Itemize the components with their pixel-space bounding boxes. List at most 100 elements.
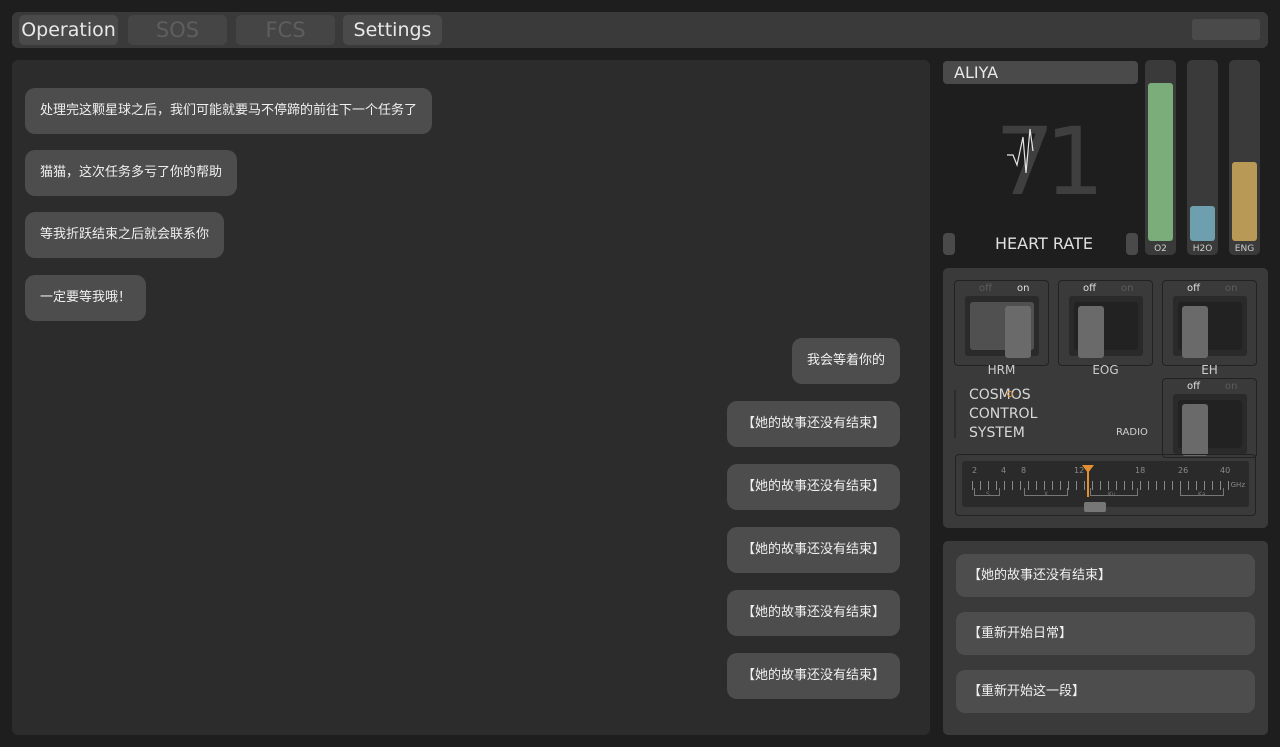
switch-label: HRM	[987, 363, 1016, 377]
freq-minor-tick	[988, 481, 989, 490]
switch-off-label: off	[1187, 381, 1201, 392]
freq-minor-tick	[1108, 481, 1109, 490]
switch-radio[interactable]: off on	[1162, 378, 1257, 458]
freq-tick-label: 40	[1220, 466, 1231, 475]
freq-minor-tick	[1180, 481, 1181, 490]
status-dot-icon	[1007, 391, 1013, 397]
gauge-h2o: H2O	[1187, 60, 1218, 255]
switch-knob[interactable]	[1182, 306, 1208, 358]
left-knob[interactable]	[943, 233, 955, 255]
gauge-label: ENG	[1234, 244, 1255, 254]
chat-message-outgoing: 【她的故事还没有结束】	[726, 590, 900, 636]
freq-minor-tick	[1140, 481, 1141, 490]
freq-minor-tick	[1052, 481, 1053, 490]
switch-track	[1178, 400, 1242, 456]
freq-minor-tick	[1156, 481, 1157, 490]
switch-off-label: off	[979, 283, 993, 294]
band-label: S	[986, 491, 990, 498]
chat-message-outgoing: 【她的故事还没有结束】	[726, 653, 900, 699]
switch-eh[interactable]: off on EH	[1162, 280, 1257, 377]
freq-tick-label: 4	[1001, 466, 1007, 475]
switch-knob[interactable]	[1005, 306, 1031, 358]
freq-minor-tick	[1204, 481, 1205, 490]
right-knob[interactable]	[1126, 233, 1138, 255]
chat-message-incoming: 处理完这颗星球之后，我们可能就要马不停蹄的前往下一个任务了	[25, 88, 433, 134]
freq-minor-tick	[1116, 481, 1117, 490]
freq-tick-label: 18	[1135, 466, 1146, 475]
switch-body[interactable]	[965, 296, 1039, 358]
switch-label: EH	[1201, 363, 1218, 377]
gauge-fill	[1148, 83, 1173, 241]
band-label: X	[1044, 491, 1049, 498]
freq-minor-tick	[1164, 481, 1165, 490]
switch-body[interactable]	[1069, 296, 1143, 358]
choice-panel: 【她的故事还没有结束】 【重新开始日常】 【重新开始这一段】	[943, 541, 1268, 735]
band-label: Ka	[1198, 491, 1206, 498]
switch-track	[1178, 302, 1242, 358]
freq-minor-tick	[1028, 481, 1029, 490]
gauge-label: O2	[1154, 244, 1167, 254]
gauge-o2: O2	[1145, 60, 1176, 255]
choice-option[interactable]: 【重新开始日常】	[956, 612, 1255, 655]
system-title-line: SYSTEM	[969, 425, 1025, 441]
crew-name: ALIYA	[943, 61, 1138, 84]
freq-minor-tick	[1220, 481, 1221, 490]
heart-rate-label: HEART RATE	[995, 234, 1093, 253]
switch-hrm[interactable]: off on HRM	[954, 280, 1049, 377]
freq-minor-tick	[1188, 481, 1189, 490]
freq-minor-tick	[1044, 481, 1045, 490]
tab-operation[interactable]: Operation	[19, 15, 118, 45]
freq-minor-tick	[972, 481, 973, 490]
freq-minor-tick	[1196, 481, 1197, 490]
freq-tick-label: 26	[1178, 466, 1189, 475]
switch-body[interactable]	[1173, 394, 1247, 456]
gauge-fill	[1190, 206, 1215, 241]
chat-message-incoming: 等我折跃结束之后就会联系你	[25, 212, 225, 258]
switch-off-label: off	[1187, 283, 1201, 294]
switch-on-label: on	[1121, 283, 1134, 294]
freq-minor-tick	[1172, 481, 1173, 490]
freq-minor-tick	[1100, 481, 1101, 490]
freq-minor-tick	[1012, 481, 1013, 490]
chat-panel: 处理完这颗星球之后，我们可能就要马不停蹄的前往下一个任务了 猫猫，这次任务多亏了…	[12, 60, 930, 735]
top-right-button[interactable]	[1192, 19, 1260, 40]
switch-eog[interactable]: off on EOG	[1058, 280, 1153, 377]
switch-off-label: off	[1083, 283, 1097, 294]
switch-on-label: on	[1225, 381, 1238, 392]
switch-on-label: on	[1017, 283, 1030, 294]
switch-body[interactable]	[1173, 296, 1247, 358]
tab-settings[interactable]: Settings	[343, 15, 442, 45]
freq-minor-tick	[1020, 481, 1021, 490]
frequency-needle	[1087, 469, 1089, 497]
freq-minor-tick	[1036, 481, 1037, 490]
freq-minor-tick	[980, 481, 981, 490]
chat-message-outgoing: 【她的故事还没有结束】	[726, 527, 900, 573]
switch-knob[interactable]	[1078, 306, 1104, 358]
frequency-slider-thumb[interactable]	[1084, 502, 1106, 512]
band-label: Ku	[1108, 491, 1116, 498]
tab-sos[interactable]: SOS	[128, 15, 227, 45]
gauge-fill	[1232, 162, 1257, 241]
switch-knob[interactable]	[1182, 404, 1208, 456]
freq-minor-tick	[1132, 481, 1133, 490]
chat-message-incoming: 一定要等我哦！	[25, 275, 147, 321]
switch-track	[1074, 302, 1138, 358]
freq-minor-tick	[1060, 481, 1061, 490]
choice-option[interactable]: 【她的故事还没有结束】	[956, 554, 1255, 597]
top-nav-bar: Operation SOS FCS Settings	[12, 12, 1268, 48]
switch-track	[970, 302, 1034, 358]
system-title-line: CONTROL	[969, 406, 1038, 422]
freq-minor-tick	[1212, 481, 1213, 490]
chat-message-outgoing: 我会等着你的	[791, 338, 900, 384]
heartbeat-icon	[1007, 128, 1034, 174]
system-title-line: COSMOS	[969, 387, 1031, 403]
gauge-label: H2O	[1192, 244, 1213, 254]
frequency-scale: 2 4 8 12 18 26 40 GHz S X Ku Ka	[962, 461, 1249, 512]
chat-message-outgoing: 【她的故事还没有结束】	[726, 464, 900, 510]
freq-minor-tick	[1124, 481, 1125, 490]
freq-tick-label: 2	[972, 466, 978, 475]
tab-fcs[interactable]: FCS	[236, 15, 335, 45]
freq-minor-tick	[1084, 481, 1085, 490]
choice-option[interactable]: 【重新开始这一段】	[956, 670, 1255, 713]
frequency-dial[interactable]: 2 4 8 12 18 26 40 GHz S X Ku Ka	[955, 454, 1256, 516]
